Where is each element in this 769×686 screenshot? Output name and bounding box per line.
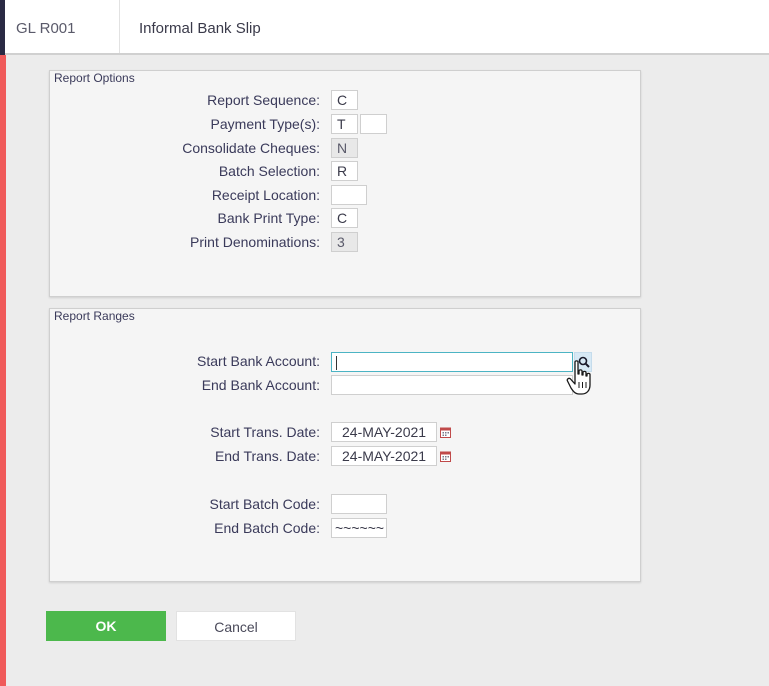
receipt-location-field[interactable]: [331, 185, 367, 205]
report-sequence-field[interactable]: C: [331, 90, 358, 110]
end-trans-date-label: End Trans. Date:: [214, 448, 320, 464]
print-denominations-label: Print Denominations:: [190, 234, 320, 250]
title-bar: GL R001 Informal Bank Slip: [5, 0, 769, 55]
end-batch-code-label: End Batch Code:: [214, 520, 320, 536]
text-caret: [336, 356, 337, 370]
end-bank-account-label: End Bank Account:: [201, 377, 320, 393]
payment-types-label: Payment Type(s):: [210, 116, 320, 132]
payment-type-field-1[interactable]: T: [331, 114, 358, 134]
start-trans-date-label: Start Trans. Date:: [210, 424, 320, 440]
report-ranges-panel: Report Ranges Start Bank Account: End Ba…: [49, 308, 641, 582]
ok-button[interactable]: OK: [46, 611, 166, 641]
start-batch-code-label: Start Batch Code:: [209, 496, 320, 512]
header-divider: [119, 0, 120, 53]
bank-print-type-field[interactable]: C: [331, 208, 358, 228]
start-trans-date-input[interactable]: 24-MAY-2021: [331, 422, 437, 442]
report-options-title: Report Options: [52, 71, 138, 85]
report-code: GL R001: [16, 20, 76, 37]
start-bank-account-label: Start Bank Account:: [197, 353, 320, 369]
end-batch-code-input[interactable]: ~~~~~~: [331, 518, 387, 538]
cancel-button[interactable]: Cancel: [176, 611, 296, 641]
page-title: Informal Bank Slip: [139, 20, 261, 37]
batch-selection-label: Batch Selection:: [218, 163, 320, 179]
consolidate-cheques-field: N: [331, 138, 358, 158]
start-bank-account-input[interactable]: [331, 352, 573, 372]
print-denominations-field: 3: [331, 232, 358, 252]
payment-type-field-2[interactable]: [360, 114, 387, 134]
accent-bar: [0, 55, 6, 686]
report-ranges-title: Report Ranges: [52, 309, 138, 323]
end-bank-account-input[interactable]: [331, 375, 573, 395]
batch-selection-field[interactable]: R: [331, 161, 358, 181]
report-sequence-label: Report Sequence:: [207, 92, 320, 108]
start-batch-code-input[interactable]: [331, 494, 387, 514]
report-options-panel: Report Options Report Sequence: C Paymen…: [49, 70, 641, 297]
bank-print-type-label: Bank Print Type:: [217, 210, 320, 226]
consolidate-cheques-label: Consolidate Cheques:: [182, 140, 320, 156]
calendar-icon[interactable]: [440, 451, 451, 462]
hand-pointer-icon: [566, 360, 591, 395]
calendar-icon[interactable]: [440, 427, 451, 438]
receipt-location-label: Receipt Location:: [211, 187, 320, 203]
end-trans-date-input[interactable]: 24-MAY-2021: [331, 446, 437, 466]
